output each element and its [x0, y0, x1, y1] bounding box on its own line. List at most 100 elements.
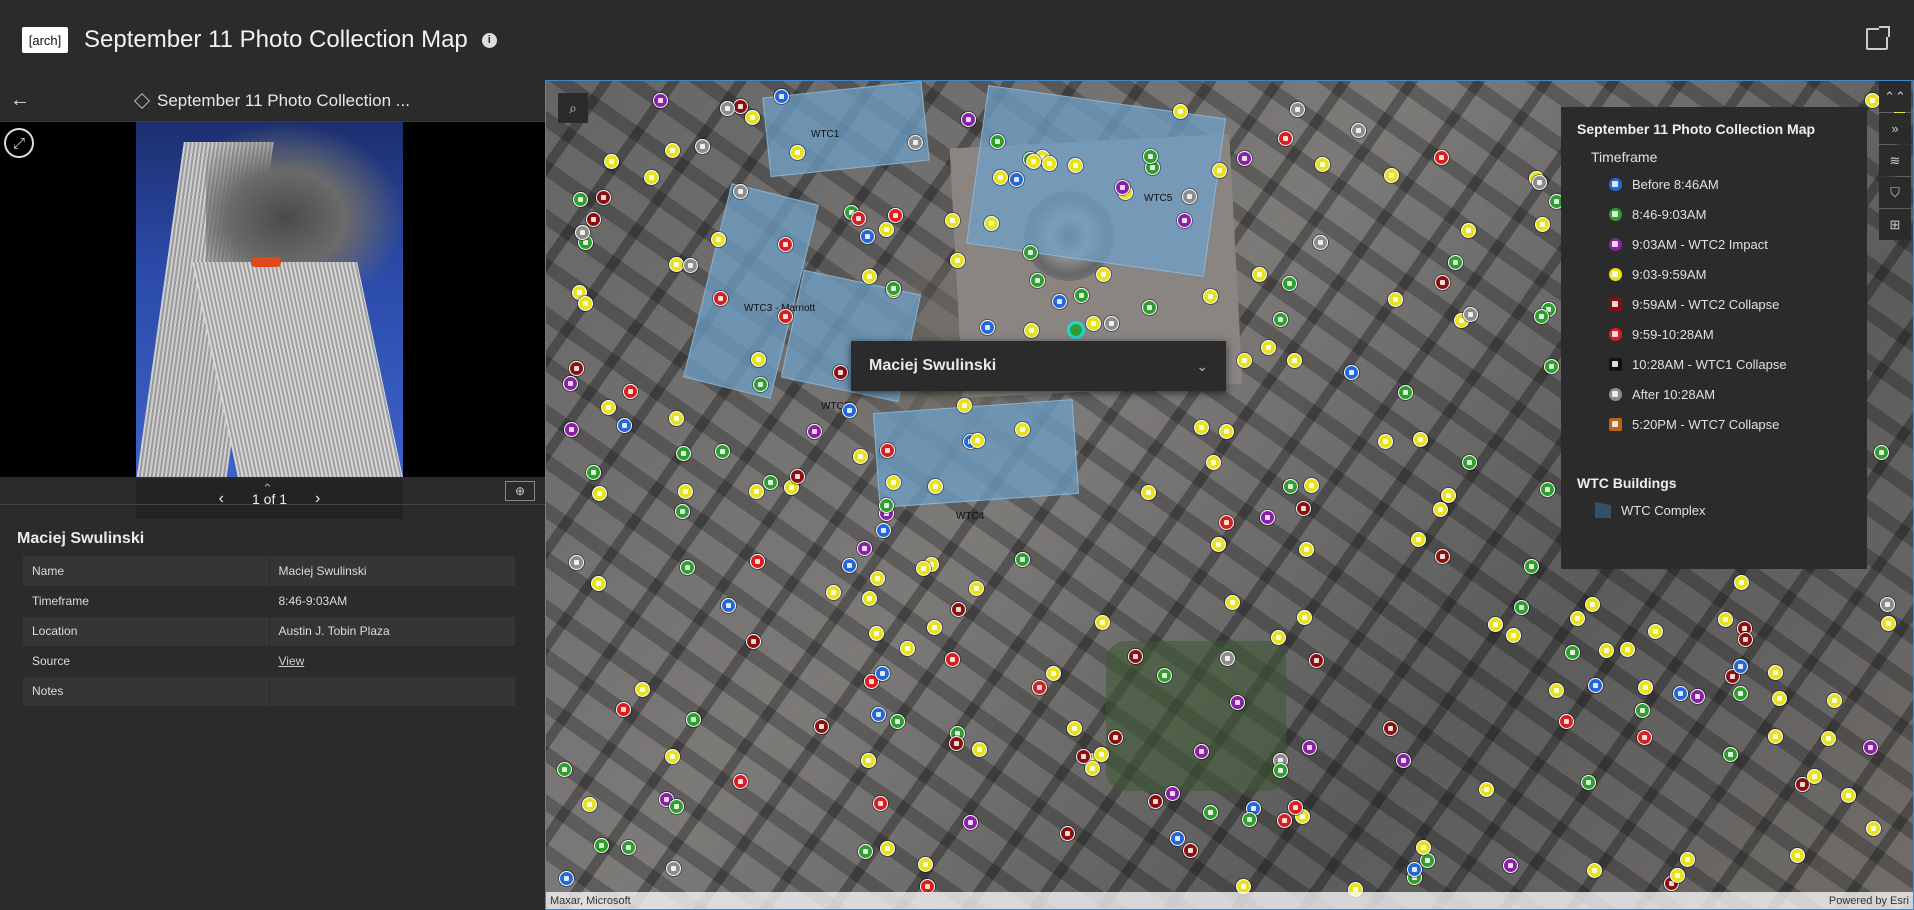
photo-point-marker[interactable] — [957, 398, 972, 413]
photo-point-marker[interactable] — [1865, 93, 1880, 108]
photo-point-marker[interactable] — [676, 446, 691, 461]
photo-point-marker[interactable] — [888, 208, 903, 223]
photo-point-marker[interactable] — [601, 400, 616, 415]
photo-point-marker[interactable] — [993, 170, 1008, 185]
photo-point-marker[interactable] — [871, 707, 886, 722]
share-icon[interactable] — [1866, 26, 1890, 50]
photo-point-marker[interactable] — [763, 475, 778, 490]
chevron-down-icon[interactable]: ⌄ — [1196, 358, 1208, 375]
photo-point-marker[interactable] — [1587, 863, 1602, 878]
photo-point-marker[interactable] — [870, 571, 885, 586]
photo-point-marker[interactable] — [1143, 149, 1158, 164]
photo-point-marker[interactable] — [853, 449, 868, 464]
photo-point-marker[interactable] — [665, 749, 680, 764]
photo-point-marker[interactable] — [1273, 312, 1288, 327]
photo-point-marker[interactable] — [1463, 307, 1478, 322]
photo-point-marker[interactable] — [774, 89, 789, 104]
search-icon[interactable]: ⌕ — [558, 93, 588, 123]
select-icon[interactable]: ⊞ — [1879, 209, 1911, 240]
photo-point-marker[interactable] — [559, 871, 574, 886]
photo-point-marker[interactable] — [683, 258, 698, 273]
photo-point-marker[interactable] — [1260, 510, 1275, 525]
photo-point-marker[interactable] — [890, 714, 905, 729]
photo-point-marker[interactable] — [1206, 455, 1221, 470]
photo-point-marker[interactable] — [617, 418, 632, 433]
photo-point-marker[interactable] — [1278, 131, 1293, 146]
photo-point-marker[interactable] — [886, 475, 901, 490]
photo-point-marker[interactable] — [1534, 309, 1549, 324]
photo-point-marker[interactable] — [686, 712, 701, 727]
photo-point-marker[interactable] — [984, 216, 999, 231]
photo-point-marker[interactable] — [814, 719, 829, 734]
photo-point-marker[interactable] — [675, 504, 690, 519]
photo-point-marker[interactable] — [1570, 611, 1585, 626]
photo-point-marker[interactable] — [1734, 575, 1749, 590]
photo-point-marker[interactable] — [1313, 235, 1328, 250]
photo-point-marker[interactable] — [862, 269, 877, 284]
photo-point-marker[interactable] — [842, 403, 857, 418]
photo-point-marker[interactable] — [591, 576, 606, 591]
photo-point-marker[interactable] — [778, 309, 793, 324]
photo-point-marker[interactable] — [695, 139, 710, 154]
photo-point-marker[interactable] — [578, 296, 593, 311]
photo-image[interactable] — [136, 122, 403, 477]
photo-point-marker[interactable] — [616, 702, 631, 717]
photo-point-marker[interactable] — [1733, 686, 1748, 701]
photo-point-marker[interactable] — [857, 541, 872, 556]
photo-point-marker[interactable] — [1441, 488, 1456, 503]
photo-point-marker[interactable] — [1581, 775, 1596, 790]
photo-point-marker[interactable] — [1203, 289, 1218, 304]
photo-point-marker[interactable] — [1503, 858, 1518, 873]
photo-point-marker[interactable] — [1772, 691, 1787, 706]
photo-point-marker[interactable] — [669, 257, 684, 272]
photo-point-marker[interactable] — [1384, 168, 1399, 183]
photo-point-marker[interactable] — [1242, 812, 1257, 827]
photo-point-marker[interactable] — [1718, 612, 1733, 627]
photo-point-marker[interactable] — [1225, 595, 1240, 610]
photo-point-marker[interactable] — [1398, 385, 1413, 400]
photo-point-marker[interactable] — [833, 365, 848, 380]
photo-point-marker[interactable] — [1015, 422, 1030, 437]
photo-point-marker[interactable] — [1420, 853, 1435, 868]
photo-point-marker[interactable] — [916, 561, 931, 576]
photo-point-marker[interactable] — [928, 479, 943, 494]
photo-point-marker[interactable] — [879, 498, 894, 513]
photo-point-marker[interactable] — [720, 101, 735, 116]
photo-point-marker[interactable] — [1165, 786, 1180, 801]
photo-point-marker[interactable] — [1023, 245, 1038, 260]
photo-point-marker[interactable] — [1723, 747, 1738, 762]
attribution-powered-by[interactable]: Powered by Esri — [1829, 895, 1909, 907]
photo-point-marker[interactable] — [1015, 552, 1030, 567]
photo-point-marker[interactable] — [1230, 695, 1245, 710]
photo-point-marker[interactable] — [1177, 213, 1192, 228]
photo-point-marker[interactable] — [1435, 275, 1450, 290]
photo-point-marker[interactable] — [1302, 740, 1317, 755]
photo-point-marker[interactable] — [1388, 292, 1403, 307]
photo-point-marker[interactable] — [1540, 482, 1555, 497]
photo-point-marker[interactable] — [1287, 353, 1302, 368]
photo-point-marker[interactable] — [1108, 730, 1123, 745]
photo-point-marker[interactable] — [582, 797, 597, 812]
photo-point-marker[interactable] — [876, 523, 891, 538]
photo-point-marker[interactable] — [1060, 826, 1075, 841]
photo-point-marker[interactable] — [1434, 150, 1449, 165]
photo-point-marker[interactable] — [745, 110, 760, 125]
photo-point-marker[interactable] — [963, 815, 978, 830]
photo-point-marker[interactable] — [1841, 788, 1856, 803]
photo-point-marker[interactable] — [594, 838, 609, 853]
wtc4-building[interactable] — [872, 399, 1080, 508]
photo-point-marker[interactable] — [1588, 678, 1603, 693]
photo-point-marker[interactable] — [1296, 501, 1311, 516]
photo-point-marker[interactable] — [623, 384, 638, 399]
photo-point-marker[interactable] — [653, 93, 668, 108]
photo-point-marker[interactable] — [1535, 217, 1550, 232]
photo-point-marker[interactable] — [1461, 223, 1476, 238]
photo-point-marker[interactable] — [1212, 163, 1227, 178]
photo-point-marker[interactable] — [1030, 273, 1045, 288]
collapse-media-button[interactable]: ⌃ — [262, 481, 273, 497]
photo-point-marker[interactable] — [1413, 432, 1428, 447]
photo-point-marker[interactable] — [1733, 659, 1748, 674]
photo-point-marker[interactable] — [1170, 831, 1185, 846]
photo-point-marker[interactable] — [746, 634, 761, 649]
map-view[interactable]: WTC1 WTC5 WTC3 - Marriott WTC2 WTC4 Maci… — [545, 80, 1914, 910]
